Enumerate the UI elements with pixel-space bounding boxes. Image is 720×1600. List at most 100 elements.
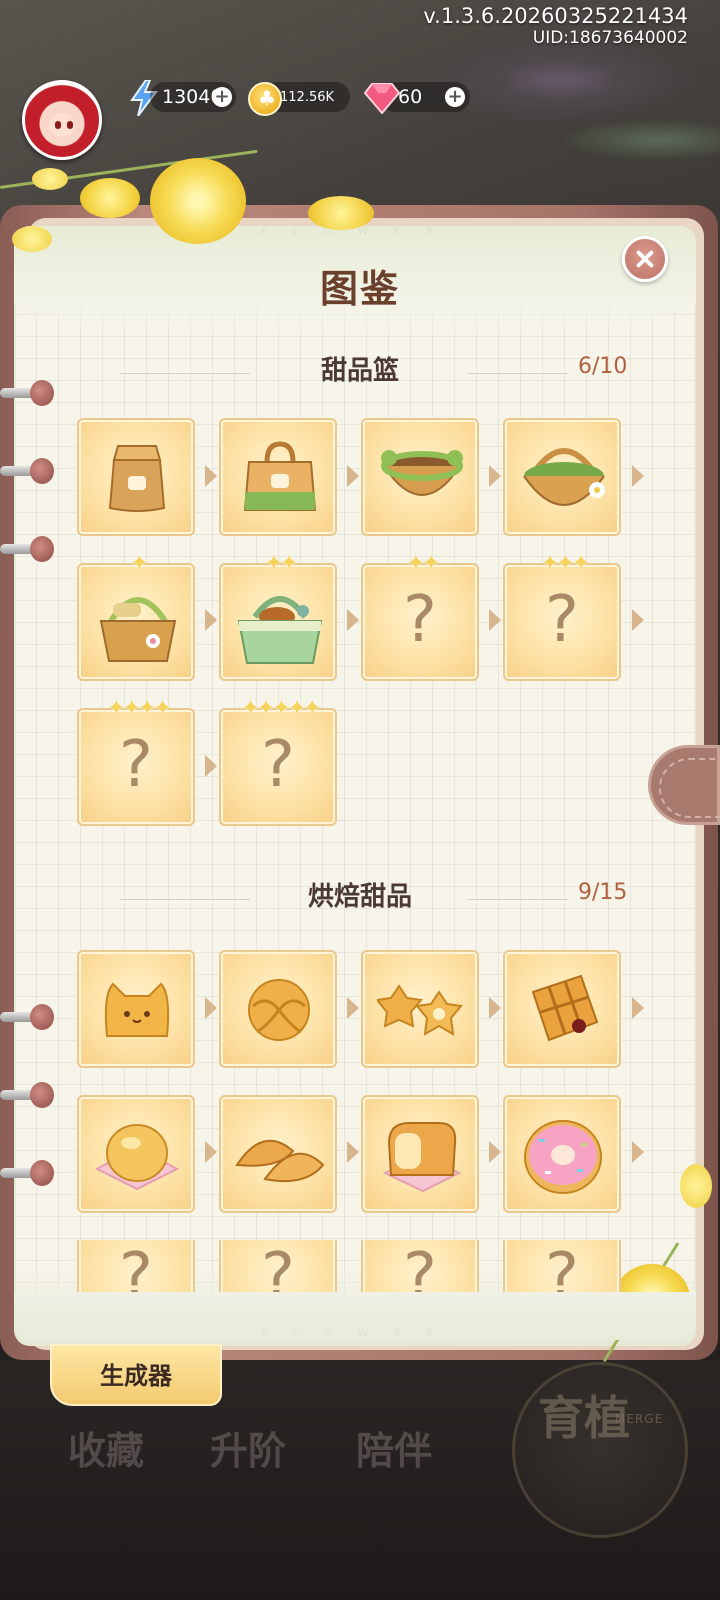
binder-ring	[0, 1004, 54, 1030]
close-button[interactable]	[622, 236, 668, 282]
progression-arrow	[632, 1141, 644, 1163]
collection-item-green-basket[interactable]	[503, 418, 621, 536]
collection-item-waffle[interactable]	[503, 950, 621, 1068]
progression-arrow	[347, 1141, 359, 1163]
section-count-basket: 6/10	[578, 354, 628, 379]
merge-sub-label: MERGE	[615, 1412, 664, 1426]
flower-decoration	[150, 158, 246, 244]
handle-basket-icon	[99, 597, 177, 662]
version-label: v.1.3.6.20260325221434	[423, 4, 688, 28]
avatar-eye-left	[55, 121, 61, 129]
flower-cookies-icon	[377, 984, 463, 1036]
cat-bun-icon	[104, 982, 170, 1037]
collection-item-round-bun[interactable]	[77, 1095, 195, 1213]
collection-item-locked[interactable]: ?	[219, 1240, 337, 1296]
paper-bag-icon	[108, 445, 166, 512]
collection-item-swirl-cookie[interactable]	[219, 950, 337, 1068]
energy-add-button[interactable]: +	[212, 87, 232, 107]
collection-item-cat-bun[interactable]	[77, 950, 195, 1068]
collection-item-locked[interactable]: ?	[503, 1240, 621, 1296]
star-rating: ✦✦✦✦	[107, 696, 172, 721]
dock-collection[interactable]: 收藏	[68, 1420, 144, 1475]
progression-arrow	[347, 465, 359, 487]
locked-question-mark: ?	[261, 728, 295, 802]
progression-arrow	[489, 1141, 501, 1163]
gem-icon	[364, 83, 400, 114]
collection-item-locked[interactable]: ?	[77, 1240, 195, 1296]
collection-item-shopping-bag[interactable]	[219, 418, 337, 536]
star-rating: ✦✦✦	[540, 551, 590, 576]
locked-question-mark: ?	[545, 1240, 579, 1296]
star-rating: ✦✦	[406, 551, 441, 576]
header-deco-text: FLOWER	[261, 226, 459, 237]
progression-arrow	[632, 465, 644, 487]
avatar-eye-right	[67, 121, 73, 129]
green-basket-icon	[523, 448, 605, 506]
collection-item-toast-bread[interactable]	[361, 1095, 479, 1213]
dock-companion[interactable]: 陪伴	[356, 1420, 432, 1475]
locked-question-mark: ?	[119, 728, 153, 802]
locked-question-mark: ?	[403, 1240, 437, 1296]
binder-ring	[0, 536, 54, 562]
clover-coin-icon	[248, 82, 282, 116]
start-merge-button[interactable]	[512, 1362, 688, 1538]
player-avatar[interactable]	[22, 80, 102, 160]
flower-decoration	[32, 168, 68, 190]
progression-arrow	[347, 609, 359, 631]
progression-arrow	[632, 997, 644, 1019]
generator-tab[interactable]: 生成器	[50, 1344, 222, 1406]
page-title: 图鉴	[319, 266, 400, 311]
dock-upgrade[interactable]: 升阶	[210, 1420, 286, 1475]
footer-deco-text: FLOWER	[261, 1328, 459, 1339]
progression-arrow	[205, 465, 217, 487]
progression-arrow	[347, 997, 359, 1019]
round-bun-icon	[94, 1124, 180, 1191]
row-clip: ? ? ? ?	[0, 1240, 720, 1296]
progression-arrow	[489, 609, 501, 631]
pink-donut-icon	[524, 1120, 602, 1194]
collection-item-handle-basket[interactable]: ✦	[77, 551, 195, 681]
flower-decoration	[80, 178, 140, 218]
locked-question-mark: ?	[261, 1240, 295, 1296]
flower-decoration	[680, 1164, 712, 1208]
binder-ring	[0, 1160, 54, 1186]
collection-item-locked[interactable]: ✦✦✦✦ ?	[77, 696, 195, 826]
waffle-icon	[531, 974, 599, 1042]
uid-label: UID:18673640002	[532, 28, 688, 48]
collection-item-locked[interactable]: ✦✦✦ ?	[503, 551, 621, 681]
locked-question-mark: ?	[545, 583, 579, 657]
coin-value: 112.56K	[280, 89, 335, 105]
collection-item-flower-cookies[interactable]	[361, 950, 479, 1068]
collection-item-empty-basket[interactable]	[361, 418, 479, 536]
locked-question-mark: ?	[119, 1240, 153, 1296]
croissants-icon	[235, 1139, 325, 1183]
collection-item-pink-donut[interactable]	[503, 1095, 621, 1213]
binder-ring	[0, 1082, 54, 1108]
collection-item-picnic-basket[interactable]: ✦✦	[219, 551, 337, 681]
swirl-cookie-icon	[248, 979, 310, 1041]
binder-ring	[0, 458, 54, 484]
progression-arrow	[489, 465, 501, 487]
progression-arrow	[632, 609, 644, 631]
collection-item-locked[interactable]: ✦✦✦✦✦ ?	[219, 696, 337, 826]
gem-add-button[interactable]: +	[445, 87, 465, 107]
collection-item-locked[interactable]: ✦✦ ?	[361, 551, 479, 681]
empty-basket-icon	[381, 450, 463, 496]
collection-item-locked[interactable]: ?	[361, 1240, 479, 1296]
book-side-tab[interactable]	[648, 745, 720, 825]
collection-item-croissants[interactable]	[219, 1095, 337, 1213]
toast-bread-icon	[382, 1122, 462, 1193]
energy-counter: 13040 +	[150, 82, 236, 112]
gem-value: 60	[398, 86, 423, 108]
progression-arrow	[489, 997, 501, 1019]
picnic-basket-icon	[237, 596, 323, 664]
progression-arrow	[205, 755, 217, 777]
shopping-bag-icon	[243, 441, 317, 511]
locked-question-mark: ?	[403, 583, 437, 657]
progression-arrow	[205, 997, 217, 1019]
progression-arrow	[205, 1141, 217, 1163]
progression-arrow	[205, 609, 217, 631]
section-count-baked-desserts: 9/15	[578, 880, 628, 905]
star-rating: ✦✦✦✦✦	[241, 696, 321, 721]
collection-item-paper-bag[interactable]	[77, 418, 195, 536]
